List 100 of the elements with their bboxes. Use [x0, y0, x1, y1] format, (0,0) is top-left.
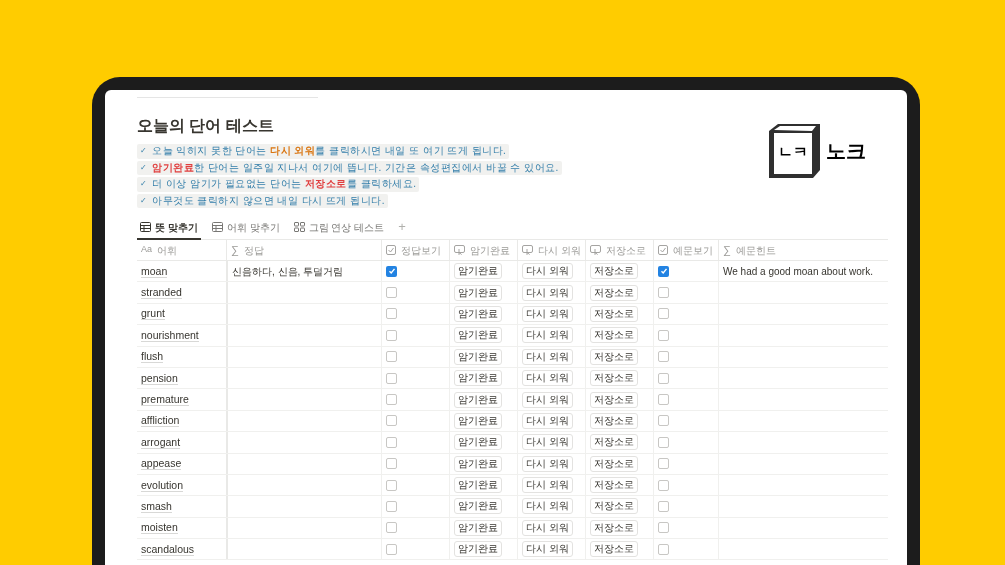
- action-button[interactable]: 다시 외워: [522, 455, 573, 472]
- word-cell[interactable]: stranded: [141, 286, 182, 300]
- view-tab[interactable]: 뜻 맞추기: [137, 216, 201, 240]
- word-cell[interactable]: scandalous: [141, 542, 195, 556]
- checkbox[interactable]: [386, 308, 397, 320]
- action-button[interactable]: 암기완료: [454, 455, 502, 472]
- action-button[interactable]: 저장소로: [590, 348, 638, 365]
- word-cell[interactable]: evolution: [141, 478, 184, 492]
- action-button[interactable]: 암기완료: [454, 434, 502, 451]
- checkbox[interactable]: [386, 394, 397, 406]
- checkbox-icon: [658, 245, 668, 255]
- action-button[interactable]: 다시 외워: [522, 263, 573, 280]
- action-button[interactable]: 암기완료: [454, 284, 502, 301]
- checkbox[interactable]: [658, 351, 669, 363]
- action-button[interactable]: 암기완료: [454, 370, 502, 387]
- action-button[interactable]: 암기완료: [454, 412, 502, 429]
- word-cell[interactable]: affliction: [141, 414, 180, 428]
- action-button[interactable]: 암기완료: [454, 327, 502, 344]
- checkbox[interactable]: [386, 436, 397, 448]
- checkbox[interactable]: [386, 351, 397, 363]
- action-button[interactable]: 저장소로: [590, 370, 638, 387]
- word-cell[interactable]: moisten: [141, 521, 178, 535]
- action-button[interactable]: 암기완료: [454, 263, 502, 280]
- checkbox[interactable]: [658, 436, 669, 448]
- checkbox[interactable]: [658, 458, 669, 470]
- action-button[interactable]: 암기완료: [454, 305, 502, 322]
- action-button[interactable]: 다시 외워: [522, 370, 573, 387]
- formula-icon: ∑: [231, 241, 239, 259]
- column-label: 예문보기: [673, 243, 713, 258]
- word-cell[interactable]: moan: [141, 264, 168, 278]
- checkbox[interactable]: [386, 265, 397, 277]
- action-button[interactable]: 저장소로: [590, 498, 638, 515]
- checkbox-icon: [386, 245, 396, 255]
- table-icon: [211, 222, 223, 232]
- checkbox[interactable]: [386, 479, 397, 491]
- word-cell[interactable]: premature: [141, 393, 189, 407]
- action-button[interactable]: 저장소로: [590, 434, 638, 451]
- word-cell[interactable]: arrogant: [141, 435, 181, 449]
- checkbox[interactable]: [658, 329, 669, 341]
- word-cell[interactable]: grunt: [141, 307, 165, 321]
- action-button[interactable]: 암기완료: [454, 541, 502, 558]
- action-button[interactable]: 저장소로: [590, 284, 638, 301]
- word-cell[interactable]: smash: [141, 500, 172, 513]
- table-icon: [140, 222, 151, 232]
- action-button[interactable]: 저장소로: [590, 541, 638, 558]
- checkbox[interactable]: [658, 415, 669, 427]
- checkbox[interactable]: [658, 543, 669, 555]
- checkbox[interactable]: [658, 522, 669, 534]
- action-button[interactable]: 다시 외워: [522, 541, 573, 558]
- logo-text: 노크: [826, 139, 866, 163]
- checkbox[interactable]: [658, 372, 669, 384]
- action-button[interactable]: 저장소로: [590, 519, 638, 536]
- checkbox[interactable]: [658, 394, 669, 406]
- view-tab[interactable]: 그림 연상 테스트: [290, 216, 388, 240]
- checkbox[interactable]: [658, 265, 669, 277]
- action-button[interactable]: 암기완료: [454, 391, 502, 408]
- checkbox[interactable]: [386, 329, 397, 341]
- column-label: 저장소로: [606, 243, 646, 258]
- action-button[interactable]: 암기완료: [454, 477, 502, 494]
- action-button[interactable]: 저장소로: [590, 305, 638, 322]
- action-button[interactable]: 저장소로: [590, 412, 638, 429]
- hint-cell-text: We had a good moan about work.: [723, 264, 873, 279]
- checkbox[interactable]: [658, 479, 669, 491]
- view-tab[interactable]: 어휘 맞추기: [208, 216, 283, 240]
- check-mark: ✓: [140, 145, 147, 158]
- word-cell[interactable]: nourishment: [141, 328, 199, 342]
- checkbox[interactable]: [386, 415, 397, 427]
- action-button[interactable]: 암기완료: [454, 348, 502, 365]
- checkbox[interactable]: [658, 501, 669, 512]
- word-cell[interactable]: flush: [141, 350, 164, 364]
- action-button[interactable]: 다시 외워: [522, 284, 573, 301]
- action-button[interactable]: 암기완료: [454, 498, 502, 515]
- action-button[interactable]: 암기완료: [454, 519, 502, 536]
- checkbox[interactable]: [386, 372, 397, 384]
- action-button[interactable]: 저장소로: [590, 477, 638, 494]
- action-button[interactable]: 다시 외워: [522, 327, 573, 344]
- word-cell[interactable]: appease: [141, 457, 182, 471]
- action-button[interactable]: 다시 외워: [522, 348, 573, 365]
- action-button[interactable]: 저장소로: [590, 391, 638, 408]
- action-button[interactable]: 저장소로: [590, 327, 638, 344]
- action-button[interactable]: 다시 외워: [522, 412, 573, 429]
- gallery-icon: [293, 222, 305, 232]
- checkbox[interactable]: [386, 501, 397, 512]
- action-button[interactable]: 다시 외워: [522, 519, 573, 536]
- action-button[interactable]: 저장소로: [590, 263, 638, 280]
- checkbox[interactable]: [386, 522, 397, 534]
- checkbox[interactable]: [658, 287, 669, 299]
- checkbox[interactable]: [386, 543, 397, 555]
- action-button[interactable]: 다시 외워: [522, 498, 573, 515]
- action-button[interactable]: 다시 외워: [522, 305, 573, 322]
- checkbox[interactable]: [386, 287, 397, 299]
- page-title: 오늘의 단어 테스트: [137, 116, 275, 136]
- cursor-icon: [590, 245, 601, 255]
- checkbox[interactable]: [386, 458, 397, 470]
- action-button[interactable]: 저장소로: [590, 455, 638, 472]
- word-cell[interactable]: pension: [141, 371, 178, 385]
- checkbox[interactable]: [658, 308, 669, 320]
- action-button[interactable]: 다시 외워: [522, 391, 573, 408]
- action-button[interactable]: 다시 외워: [522, 434, 573, 451]
- action-button[interactable]: 다시 외워: [522, 477, 573, 494]
